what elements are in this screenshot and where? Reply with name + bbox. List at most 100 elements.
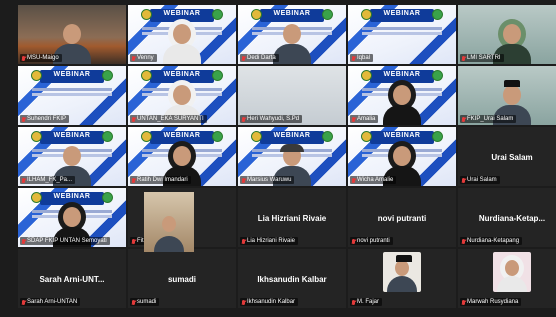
participant-tile[interactable]: WEBINAR SDAP FKIP UNTAN Semoyati <box>18 188 126 247</box>
participant-name-label: novi putranti <box>350 237 393 245</box>
participant-name: M. Fajar <box>357 299 380 305</box>
participant-name-label: Venny <box>130 54 157 62</box>
participant-tile[interactable]: M. Fajar <box>348 249 456 308</box>
participant-name: Venny <box>137 55 154 61</box>
muted-mic-icon <box>22 238 25 244</box>
muted-mic-icon <box>242 55 245 61</box>
participant-name-label: Iqbal <box>350 54 374 62</box>
participant-tile[interactable]: Heri Wahyudi, S.Pd <box>238 66 346 125</box>
participant-name: Iqbal <box>357 55 371 61</box>
participant-name-label: UNTAN_EKA SURYANTI <box>130 115 207 123</box>
participant-tile[interactable]: Lia Hizriani Rivaie Lia Hizriani Rivaie <box>238 188 346 247</box>
participant-display-name: sumadi <box>167 275 196 284</box>
participant-name-label: Lia Hizriani Rivaie <box>240 237 299 245</box>
participant-name-label: Sarah Arni-UNTAN <box>20 298 81 306</box>
participant-tile[interactable]: novi putranti novi putranti <box>348 188 456 247</box>
participant-tile[interactable]: Nurdiana-Ketap... Nurdiana-Ketapang <box>458 188 556 247</box>
participant-name: UNTAN_EKA SURYANTI <box>137 116 204 122</box>
muted-mic-icon <box>132 177 135 183</box>
participant-tile[interactable]: LMI SARTRI <box>458 5 556 64</box>
participant-video <box>163 22 201 64</box>
participant-display-name: novi putranti <box>377 214 427 223</box>
participant-name: LMI SARTRI <box>467 55 501 61</box>
participant-name-label: Suhendri FKIP <box>20 115 70 123</box>
participant-name: Wicha Amalie <box>357 177 394 183</box>
participant-tile[interactable]: WEBINAR Ratih Dwi Imandari <box>128 127 236 186</box>
muted-mic-icon <box>132 116 135 122</box>
participant-tile[interactable]: Marwah Rusydiana <box>458 249 556 308</box>
institution-logo-icon <box>432 9 443 20</box>
participant-tile[interactable]: WEBINAR Marsius Waruwu <box>238 127 346 186</box>
participant-tile[interactable]: Urai Salam Urai Salam <box>458 127 556 186</box>
participant-display-name: Urai Salam <box>491 153 533 162</box>
participant-name-label: Heri Wahyudi, S.Pd <box>240 115 303 123</box>
institution-logo-icon <box>31 131 42 142</box>
institution-logo-icon <box>251 131 262 142</box>
participant-name-label: Ikhsanudin Kalbar <box>240 298 299 306</box>
institution-logo-icon <box>212 70 223 81</box>
participant-name: novi putranti <box>357 238 390 244</box>
participant-name: Amalia <box>357 116 376 122</box>
institution-logo-icon <box>102 70 113 81</box>
institution-logo-icon <box>31 192 42 203</box>
participant-tile[interactable]: WEBINAR Iqbal <box>348 5 456 64</box>
participant-tile[interactable]: Sarah Arni-UNT... Sarah Arni-UNTAN <box>18 249 126 308</box>
institution-logo-icon <box>102 192 113 203</box>
participant-video <box>383 83 421 125</box>
participant-tile[interactable]: MSU-Maigo <box>18 5 126 64</box>
muted-mic-icon <box>352 238 355 244</box>
participant-name: Ikhsanudin Kalbar <box>247 299 296 305</box>
participant-name: Ratih Dwi Imandari <box>137 177 188 183</box>
participant-tile[interactable]: WEBINAR ILHAM_FK_Pa... <box>18 127 126 186</box>
participant-tile[interactable]: WEBINAR UNTAN_EKA SURYANTI <box>128 66 236 125</box>
participant-tile[interactable]: WEBINAR Venny <box>128 5 236 64</box>
institution-logo-icon <box>31 70 42 81</box>
participant-name: Dedi Darta <box>247 55 276 61</box>
institution-logo-icon <box>141 131 152 142</box>
participant-name-label: MSU-Maigo <box>20 54 62 62</box>
participant-tile[interactable]: FKIP_Urai Salam <box>458 66 556 125</box>
participant-tile[interactable]: Ikhsanudin Kalbar Ikhsanudin Kalbar <box>238 249 346 308</box>
participant-name: Nurdiana-Ketapang <box>467 238 520 244</box>
participant-name-label: Amalia <box>350 115 379 123</box>
institution-logo-icon <box>212 131 223 142</box>
participant-name-label: FKIP_Urai Salam <box>460 115 517 123</box>
participant-name-label: Urai Salam <box>460 176 500 184</box>
participant-tile[interactable]: WEBINAR Amalia <box>348 66 456 125</box>
participant-name-label: Marsius Waruwu <box>240 176 295 184</box>
participant-name: MSU-Maigo <box>27 55 59 61</box>
profile-picture <box>493 252 531 292</box>
muted-mic-icon <box>352 299 355 305</box>
muted-mic-icon <box>132 55 135 61</box>
institution-logo-icon <box>212 9 223 20</box>
participant-tile[interactable]: WEBINAR Suhendri FKIP <box>18 66 126 125</box>
participant-name-label: Marwah Rusydiana <box>460 298 522 306</box>
participant-display-name: Nurdiana-Ketap... <box>478 214 546 223</box>
participant-name: FKIP_Urai Salam <box>467 116 514 122</box>
participant-name: Suhendri FKIP <box>27 116 67 122</box>
institution-logo-icon <box>432 70 443 81</box>
participant-tile[interactable]: sumadi sumadi <box>128 249 236 308</box>
institution-logo-icon <box>361 131 372 142</box>
participant-display-name: Sarah Arni-UNT... <box>39 275 105 284</box>
participant-name: Heri Wahyudi, S.Pd <box>247 116 300 122</box>
participant-tile[interactable]: WEBINAR Wicha Amalie <box>348 127 456 186</box>
muted-mic-icon <box>462 177 465 183</box>
institution-logo-icon <box>432 131 443 142</box>
participant-video <box>273 22 311 64</box>
participant-name-label: LMI SARTRI <box>460 54 504 62</box>
participant-name: ILHAM_FK_Pa... <box>27 177 73 183</box>
participant-name: SDAP FKIP UNTAN Semoyati <box>27 238 107 244</box>
muted-mic-icon <box>22 299 25 305</box>
muted-mic-icon <box>132 238 135 244</box>
participant-tile[interactable]: WEBINAR Dedi Darta <box>238 5 346 64</box>
participant-display-name: Lia Hizriani Rivaie <box>257 214 327 223</box>
muted-mic-icon <box>242 238 245 244</box>
participant-name-label: sumadi <box>130 298 160 306</box>
muted-mic-icon <box>132 299 135 305</box>
participant-name-label: Dedi Darta <box>240 54 279 62</box>
participant-name-label: Wicha Amalie <box>350 176 397 184</box>
muted-mic-icon <box>242 299 245 305</box>
institution-logo-icon <box>141 9 152 20</box>
floating-video-thumbnail[interactable] <box>144 192 194 252</box>
